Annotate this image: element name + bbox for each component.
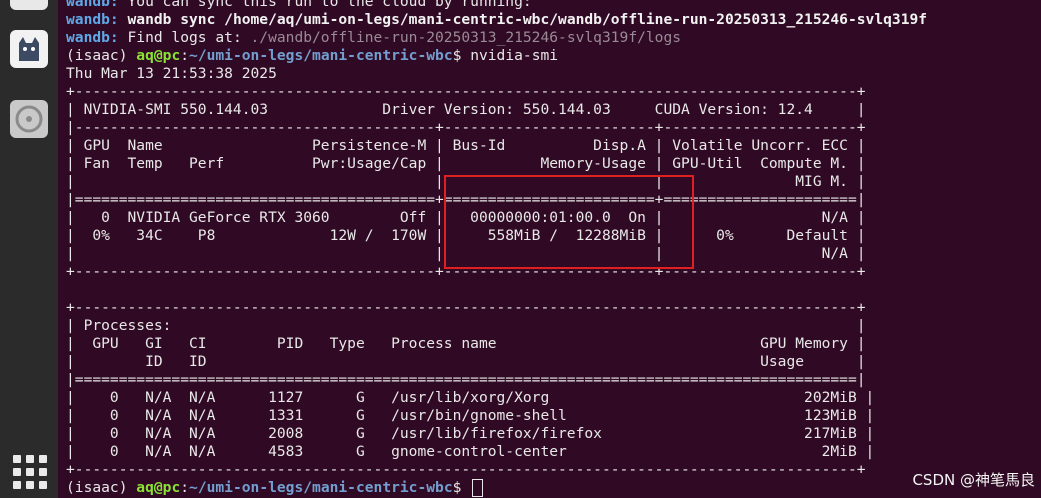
wandb-line-2: wandb: wandb sync /home/aq/umi-on-legs/m… [66,11,928,28]
memory-usage-highlight [444,175,694,269]
cat-icon [19,37,39,61]
text-cursor [472,479,484,497]
wandb-line-1: wandb: You can sync this run to the clou… [66,0,532,10]
disk-icon[interactable] [10,100,48,138]
terminal-icon[interactable] [10,0,48,10]
current-prompt[interactable]: (isaac) aq@pc:~/umi-on-legs/mani-centric… [66,479,1026,497]
optical-disk-icon [15,105,43,133]
wandb-line-3: wandb: Find logs at: ./wandb/offline-run… [66,29,682,46]
smi-line: | Processes: | [66,317,866,334]
command-prompt: (isaac) aq@pc:~/umi-on-legs/mani-centric… [66,47,559,64]
smi-line: +---------------------------------------… [66,299,866,316]
smi-line: | GPU Name Persistence-M | Bus-Id Disp.A… [66,137,866,154]
smi-line: | ID ID Usage | [66,353,866,370]
smi-line: | Fan Temp Perf Pwr:Usage/Cap | Memory-U… [66,155,866,172]
smi-line: | NVIDIA-SMI 550.144.03 Driver Version: … [66,101,866,118]
smi-line: | 0 N/A N/A 1127 G /usr/lib/xorg/Xorg 20… [66,389,875,406]
smi-line: | 0 N/A N/A 4583 G gnome-control-center … [66,443,875,460]
smi-line: | 0 N/A N/A 1331 G /usr/bin/gnome-shell … [66,407,875,424]
smi-line: |---------------------------------------… [66,119,866,136]
cat-app-icon[interactable] [10,30,48,68]
timestamp: Thu Mar 13 21:53:38 2025 [66,65,277,82]
smi-line: +---------------------------------------… [66,83,866,100]
smi-line: |=======================================… [66,371,866,388]
nvidia-smi-output: +---------------------------------------… [66,83,1026,479]
watermark: CSDN @神笔馬良 [912,471,1035,489]
smi-line: +---------------------------------------… [66,461,866,478]
smi-line [66,281,1026,299]
dock [0,0,58,498]
smi-line: | GPU GI CI PID Type Process name GPU Me… [66,335,866,352]
smi-line: | 0 N/A N/A 2008 G /usr/lib/firefox/fire… [66,425,875,442]
apps-grid-icon[interactable] [13,455,47,489]
